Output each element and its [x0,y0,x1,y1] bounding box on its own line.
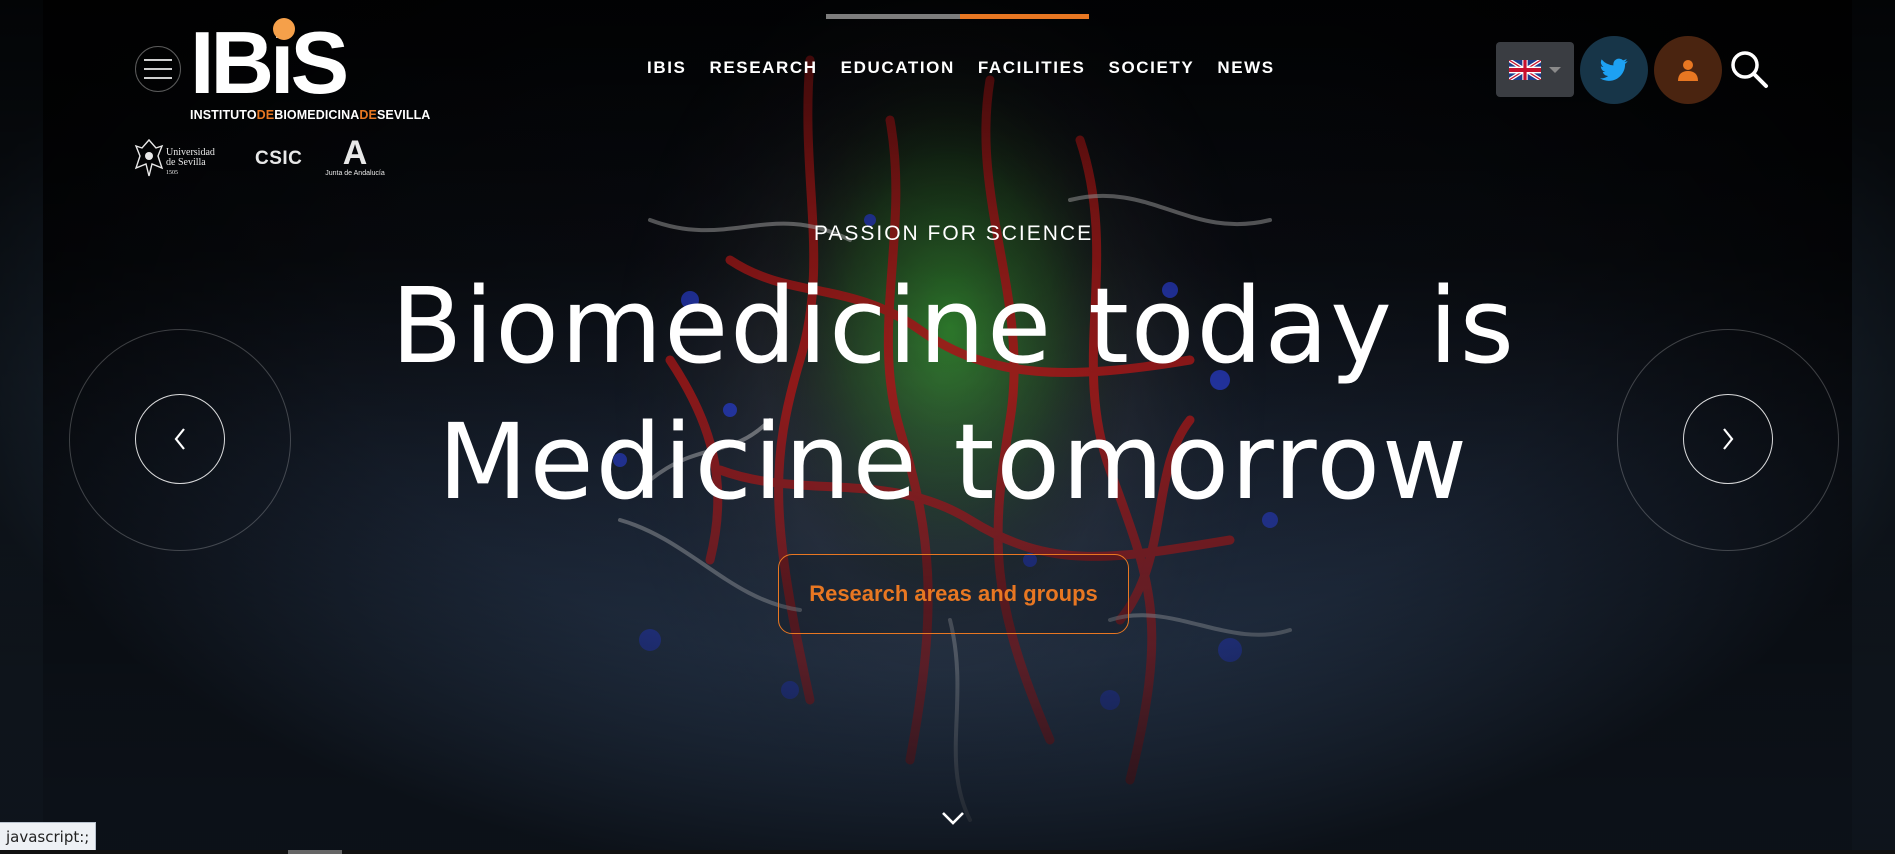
nav-item-news[interactable]: NEWS [1217,58,1274,78]
user-icon [1678,60,1698,81]
logo-subtitle: INSTITUTODEBIOMEDICINADESEVILLA [190,108,431,122]
hero-headline: Biomedicine today is Medicine tomorrow [391,265,1516,523]
bottom-scrollbar-thumb[interactable] [288,850,342,854]
uk-flag-icon [1509,59,1541,80]
scroll-down-button[interactable] [938,806,968,830]
hamburger-line [144,68,172,70]
csic-logo[interactable]: CSIC [255,148,302,170]
page: IBiS INSTITUTODEBIOMEDICINADESEVILLA Uni… [0,0,1895,854]
partner-logos: Universidad de Sevilla 1505 CSIC A Junta d… [134,136,414,186]
twitter-button[interactable] [1580,36,1648,104]
hero-eyebrow: PASSION FOR SCIENCE [813,222,1094,245]
chevron-down-icon [942,812,964,825]
junta-andalucia-logo[interactable]: A Junta de Andalucía [324,136,386,178]
nav-item-research[interactable]: RESEARCH [709,58,817,78]
search-icon [1731,51,1768,88]
user-account-button[interactable] [1654,36,1722,104]
browser-status-bar: javascript:; [0,822,97,852]
chevron-left-icon [174,428,185,450]
bottom-scrollbar-track [0,850,1895,854]
prev-slide-button[interactable] [135,394,225,484]
chevron-right-icon [1723,428,1734,450]
logo-dot [273,18,295,40]
nav-item-ibis[interactable]: IBIS [647,58,686,78]
nav-item-society[interactable]: SOCIETY [1109,58,1195,78]
next-slide-button[interactable] [1683,394,1773,484]
logo-word: IBiS [190,13,349,112]
hamburger-line [144,59,172,61]
slide-progress-bar [826,14,1089,19]
chevron-down-icon [1549,66,1561,73]
hamburger-line [144,77,172,79]
research-areas-button[interactable]: Research areas and groups [778,554,1129,634]
university-seal-icon [134,138,164,177]
language-selector[interactable] [1496,42,1574,97]
nav-item-facilities[interactable]: FACILITIES [978,58,1086,78]
slide-progress-fill [960,14,1089,19]
main-nav: IBIS RESEARCH EDUCATION FACILITIES SOCIE… [647,58,1298,78]
ibis-logo[interactable]: IBiS INSTITUTODEBIOMEDICINADESEVILLA [190,18,450,124]
hamburger-menu-button[interactable] [135,46,181,92]
search-button[interactable] [1726,46,1772,92]
nav-item-education[interactable]: EDUCATION [841,58,955,78]
twitter-icon [1600,58,1628,81]
